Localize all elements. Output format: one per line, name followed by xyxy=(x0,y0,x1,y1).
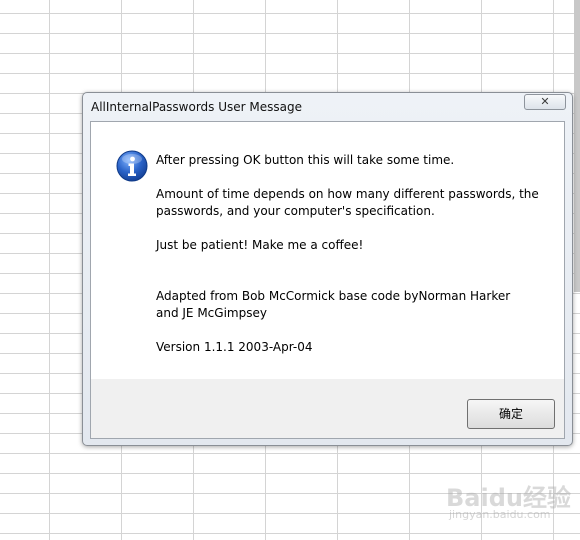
message-line: Version 1.1.1 2003-Apr-04 xyxy=(156,340,313,354)
message-line: passwords, and your computer's specifica… xyxy=(156,204,435,218)
message-panel: After pressing OK button this will take … xyxy=(91,122,564,379)
sheet-scrollbar[interactable] xyxy=(574,0,580,292)
message-line: After pressing OK button this will take … xyxy=(156,153,455,167)
dialog-title: AllInternalPasswords User Message xyxy=(91,100,303,114)
message-line: Amount of time depends on how many diffe… xyxy=(156,187,539,201)
ok-button[interactable]: 确定 xyxy=(467,399,555,429)
watermark-url: jingyan.baidu.com xyxy=(449,508,551,521)
close-button[interactable]: ✕ xyxy=(524,94,566,110)
message-text: After pressing OK button this will take … xyxy=(156,152,551,356)
dialog-client-area: After pressing OK button this will take … xyxy=(90,121,565,439)
message-line: Adapted from Bob McCormick base code byN… xyxy=(156,289,511,303)
info-icon xyxy=(116,150,148,182)
message-line: Just be patient! Make me a coffee! xyxy=(156,238,364,252)
ok-button-label: 确定 xyxy=(498,407,523,421)
dialog-title-bar[interactable]: AllInternalPasswords User Message ✕ xyxy=(83,93,572,121)
message-line: and JE McGimpsey xyxy=(156,306,267,320)
spreadsheet-background: { "dialog": { "title": "AllInternalPassw… xyxy=(0,0,580,540)
message-dialog: AllInternalPasswords User Message ✕ Afte… xyxy=(82,92,573,446)
close-icon: ✕ xyxy=(540,95,550,108)
